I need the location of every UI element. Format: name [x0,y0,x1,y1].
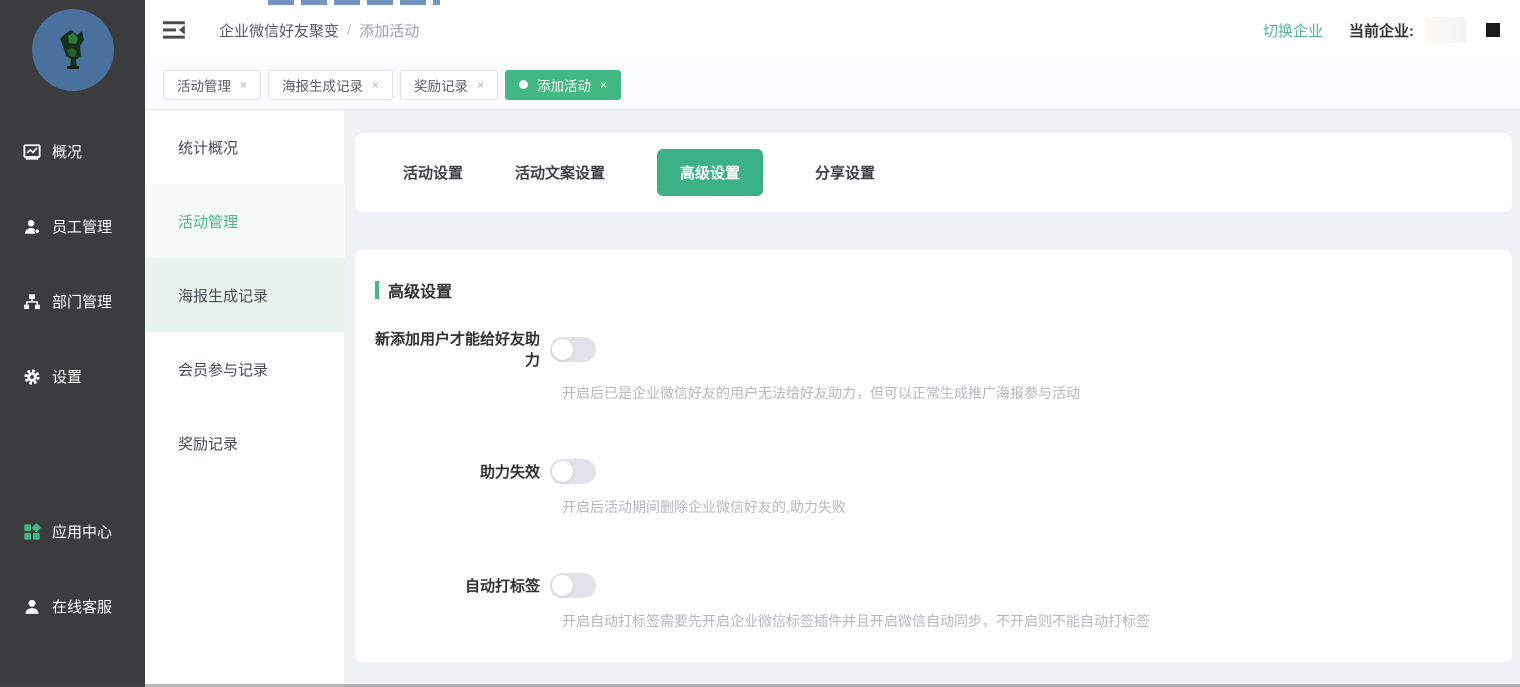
submenu-item-member-participation[interactable]: 会员参与记录 [145,332,345,406]
open-tab-label: 活动管理 [177,75,231,95]
submenu-item-poster-records[interactable]: 海报生成记录 [145,258,345,332]
section-accent-bar [375,281,379,299]
sidebar-item-label: 部门管理 [52,291,112,312]
current-company-label: 当前企业: [1349,20,1414,41]
tab-share-settings[interactable]: 分享设置 [815,162,875,183]
breadcrumb-separator: / [347,22,351,39]
toggle-knob [552,575,573,596]
submenu-item-reward-records[interactable]: 奖励记录 [145,406,345,480]
setting-help-text: 开启后已是企业微信好友的用户无法给好友助力，但可以正常生成推广海报参与活动 [562,383,1512,403]
setting-row-new-user-assist: 新添加用户才能给好友助力 开启后已是企业微信好友的用户无法给好友助力，但可以正常… [375,328,1512,403]
company-logo [1486,23,1500,37]
open-tab-label: 海报生成记录 [282,75,363,95]
submenu-item-label: 海报生成记录 [178,285,268,306]
avatar[interactable] [32,9,114,91]
close-icon[interactable]: × [477,78,484,92]
tab-activity-copy-settings[interactable]: 活动文案设置 [515,162,605,183]
secondary-sidebar: 统计概况 活动管理 海报生成记录 会员参与记录 奖励记录 [145,110,345,687]
setting-label: 自动打标签 [375,575,540,596]
customer-service-icon [22,597,41,616]
setting-help-text: 开启后活动期间删除企业微信好友的,助力失败 [562,497,1512,517]
breadcrumb-root[interactable]: 企业微信好友聚变 [219,20,339,41]
main-sidebar: 概况 员工管理 部门管理 设置 [0,0,145,687]
advanced-settings-card: 高级设置 新添加用户才能给好友助力 开启后已是企业微信好友的用户无法给好友助力，… [355,250,1512,662]
sidebar-item-customer-service[interactable]: 在线客服 [0,569,145,644]
setting-label: 新添加用户才能给好友助力 [375,328,540,370]
sidebar-menu: 概况 员工管理 部门管理 设置 [0,114,145,644]
open-tab-poster-records[interactable]: 海报生成记录 × [268,70,393,100]
chart-icon [22,142,41,161]
gear-icon [22,367,41,386]
avatar-container [0,0,145,100]
submenu-item-label: 会员参与记录 [178,359,268,380]
setting-row-assist-invalid: 助力失效 开启后活动期间删除企业微信好友的,助力失败 [375,459,1512,517]
employee-icon [22,217,41,236]
sidebar-item-app-center[interactable]: 应用中心 [0,494,145,569]
toggle-assist-invalid[interactable] [550,459,596,484]
sidebar-item-label: 应用中心 [52,521,112,542]
setting-help-text: 开启自动打标签需要先开启企业微信标签插件并且开启微信自动同步，不开启则不能自动打… [562,611,1512,631]
sidebar-item-overview[interactable]: 概况 [0,114,145,189]
toggle-auto-tag[interactable] [550,573,596,598]
avatar-figure-icon [51,26,95,74]
close-icon[interactable]: × [600,78,607,92]
clipped-content-artifact [268,0,440,5]
submenu-item-stats-overview[interactable]: 统计概况 [145,110,345,184]
open-tabs-bar: 活动管理 × 海报生成记录 × 奖励记录 × 添加活动 × [145,60,1520,110]
sidebar-item-departments[interactable]: 部门管理 [0,264,145,339]
sidebar-item-label: 设置 [52,366,82,387]
open-tab-label: 添加活动 [537,75,591,95]
app-grid-icon [22,522,41,541]
app-window: 概况 员工管理 部门管理 设置 [0,0,1520,687]
close-icon[interactable]: × [240,78,247,92]
sidebar-item-employees[interactable]: 员工管理 [0,189,145,264]
tab-activity-settings[interactable]: 活动设置 [403,162,463,183]
header-right: 切换企业 当前企业: [1263,17,1500,43]
department-icon [22,292,41,311]
sidebar-item-label: 在线客服 [52,596,112,617]
toggle-new-user-assist[interactable] [550,337,596,362]
open-tab-activity-management[interactable]: 活动管理 × [163,70,261,100]
top-header: 企业微信好友聚变 / 添加活动 切换企业 当前企业: [145,0,1520,60]
section-header: 高级设置 [375,278,1512,302]
breadcrumb-current: 添加活动 [359,20,419,41]
sidebar-spacer [0,414,145,494]
setting-row-auto-tag: 自动打标签 开启自动打标签需要先开启企业微信标签插件并且开启微信自动同步，不开启… [375,573,1512,631]
sidebar-item-settings[interactable]: 设置 [0,339,145,414]
close-icon[interactable]: × [372,78,379,92]
sidebar-item-label: 概况 [52,141,82,162]
toggle-knob [552,339,573,360]
section-title: 高级设置 [388,278,452,302]
open-tab-reward-records[interactable]: 奖励记录 × [400,70,498,100]
settings-form: 新添加用户才能给好友助力 开启后已是企业微信好友的用户无法给好友助力，但可以正常… [375,328,1512,631]
open-tab-add-activity[interactable]: 添加活动 × [505,70,621,100]
company-logo-blur [1426,17,1466,43]
submenu-item-activity-management[interactable]: 活动管理 [145,184,345,258]
toggle-knob [552,461,573,482]
setting-label: 助力失效 [375,461,540,482]
switch-company-link[interactable]: 切换企业 [1263,20,1323,41]
sidebar-item-label: 员工管理 [52,216,112,237]
active-tab-dot-icon [519,80,528,89]
submenu-item-label: 活动管理 [178,211,238,232]
collapse-menu-icon[interactable] [163,19,189,41]
submenu-item-label: 统计概况 [178,137,238,158]
tab-advanced-settings[interactable]: 高级设置 [657,149,763,196]
submenu-item-label: 奖励记录 [178,433,238,454]
breadcrumb: 企业微信好友聚变 / 添加活动 [219,20,419,41]
open-tab-label: 奖励记录 [414,75,468,95]
main-content: 活动设置 活动文案设置 高级设置 分享设置 高级设置 新添加用户才能给好友助力 [345,110,1520,687]
settings-tabs-card: 活动设置 活动文案设置 高级设置 分享设置 [355,133,1512,212]
